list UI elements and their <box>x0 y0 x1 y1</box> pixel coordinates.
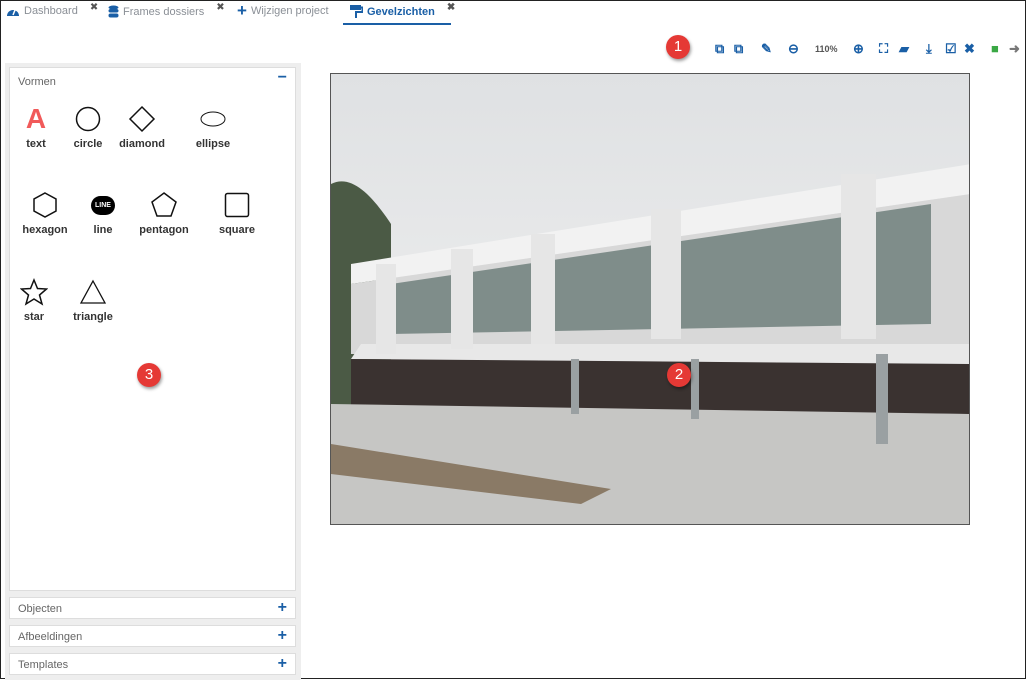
expand-icon[interactable]: + <box>278 655 287 673</box>
shape-label: text <box>26 138 46 150</box>
dashboard-icon <box>7 9 19 16</box>
shape-pentagon[interactable]: pentagon <box>134 188 194 236</box>
zoom-out-icon[interactable]: ⊖ <box>788 41 799 57</box>
ellipse-icon <box>183 102 243 136</box>
hexagon-icon <box>15 188 75 222</box>
star-icon <box>4 275 64 309</box>
shape-label: hexagon <box>22 224 68 236</box>
tab-label: Frames dossiers <box>123 5 205 18</box>
shape-star[interactable]: star <box>4 275 64 323</box>
shape-ellipse[interactable]: ellipse <box>183 102 243 150</box>
crop-icon[interactable]: ⧉ <box>715 41 724 57</box>
database-icon <box>108 5 119 18</box>
tab-label: Wijzigen project <box>250 5 329 17</box>
building-photo <box>331 164 969 524</box>
shape-label: circle <box>73 138 103 150</box>
shape-triangle[interactable]: triangle <box>63 275 123 323</box>
callout-badge-2: 2 <box>667 363 691 387</box>
shape-square[interactable]: square <box>207 188 267 236</box>
shape-line[interactable]: LINE line <box>73 188 133 236</box>
collapse-icon[interactable]: − <box>278 69 287 87</box>
facade-photo-canvas[interactable] <box>330 73 970 525</box>
line-icon: LINE <box>73 188 133 222</box>
save-icon[interactable]: ■ <box>991 41 999 56</box>
panel-title[interactable]: Vormen <box>18 76 56 88</box>
plus-icon: + <box>237 1 247 20</box>
tab-frames-dossiers[interactable]: Frames dossiers ✖ <box>108 2 225 18</box>
accordion-afbeeldingen[interactable]: Afbeeldingen + <box>9 625 296 647</box>
zoom-in-icon[interactable]: ⊕ <box>853 41 864 57</box>
diamond-icon <box>112 102 172 136</box>
shape-label: square <box>218 224 256 236</box>
fit-alt-icon[interactable]: ▰ <box>899 41 909 57</box>
accordion-templates[interactable]: Templates + <box>9 653 296 675</box>
shape-label: triangle <box>73 311 113 323</box>
shape-diamond[interactable]: diamond <box>112 102 172 150</box>
accordion-label: Templates <box>18 659 69 671</box>
zoom-level: 110% <box>815 44 838 54</box>
check-square-icon[interactable]: ☑ <box>945 41 957 57</box>
close-icon[interactable]: ✖ <box>90 2 98 13</box>
tools-icon[interactable]: ✖ <box>964 41 975 57</box>
tab-wijzigen-project[interactable]: + Wijzigen project <box>237 1 329 20</box>
download-icon[interactable]: ⤓ <box>926 41 932 57</box>
close-icon[interactable]: ✖ <box>216 2 224 13</box>
shape-hexagon[interactable]: hexagon <box>15 188 75 236</box>
crop-alt-icon[interactable]: ⧉ <box>734 41 743 57</box>
expand-icon[interactable]: + <box>278 599 287 617</box>
tab-dashboard[interactable]: Dashboard ✖ <box>6 2 98 17</box>
pentagon-icon <box>134 188 194 222</box>
pencil-icon[interactable]: ✎ <box>761 41 772 57</box>
tab-label: Dashboard <box>24 5 78 17</box>
shape-label: diamond <box>119 138 165 150</box>
shape-circle[interactable]: circle <box>58 102 118 150</box>
callout-badge-1: 1 <box>666 35 690 59</box>
square-icon <box>207 188 267 222</box>
shape-label: ellipse <box>195 138 231 150</box>
tab-label: Gevelzichten <box>367 5 435 18</box>
exit-icon[interactable]: ➜ <box>1009 41 1020 57</box>
shape-text[interactable]: Atext <box>6 102 66 150</box>
shape-label: pentagon <box>139 224 189 236</box>
callout-badge-3: 3 <box>137 363 161 387</box>
paint-roller-icon <box>350 5 363 18</box>
shape-label: star <box>23 311 45 323</box>
accordion-objecten[interactable]: Objecten + <box>9 597 296 619</box>
shape-label: line <box>93 224 113 236</box>
fit-icon[interactable]: ⛶ <box>879 41 888 57</box>
close-icon[interactable]: ✖ <box>447 2 455 13</box>
triangle-icon <box>63 275 123 309</box>
accordion-label: Objecten <box>18 603 63 615</box>
active-tab-indicator <box>343 23 451 25</box>
accordion-label: Afbeeldingen <box>18 631 83 643</box>
circle-icon <box>58 102 118 136</box>
expand-icon[interactable]: + <box>278 627 287 645</box>
tab-gevelzichten[interactable]: Gevelzichten ✖ <box>350 2 455 18</box>
text-icon: A <box>25 103 47 134</box>
